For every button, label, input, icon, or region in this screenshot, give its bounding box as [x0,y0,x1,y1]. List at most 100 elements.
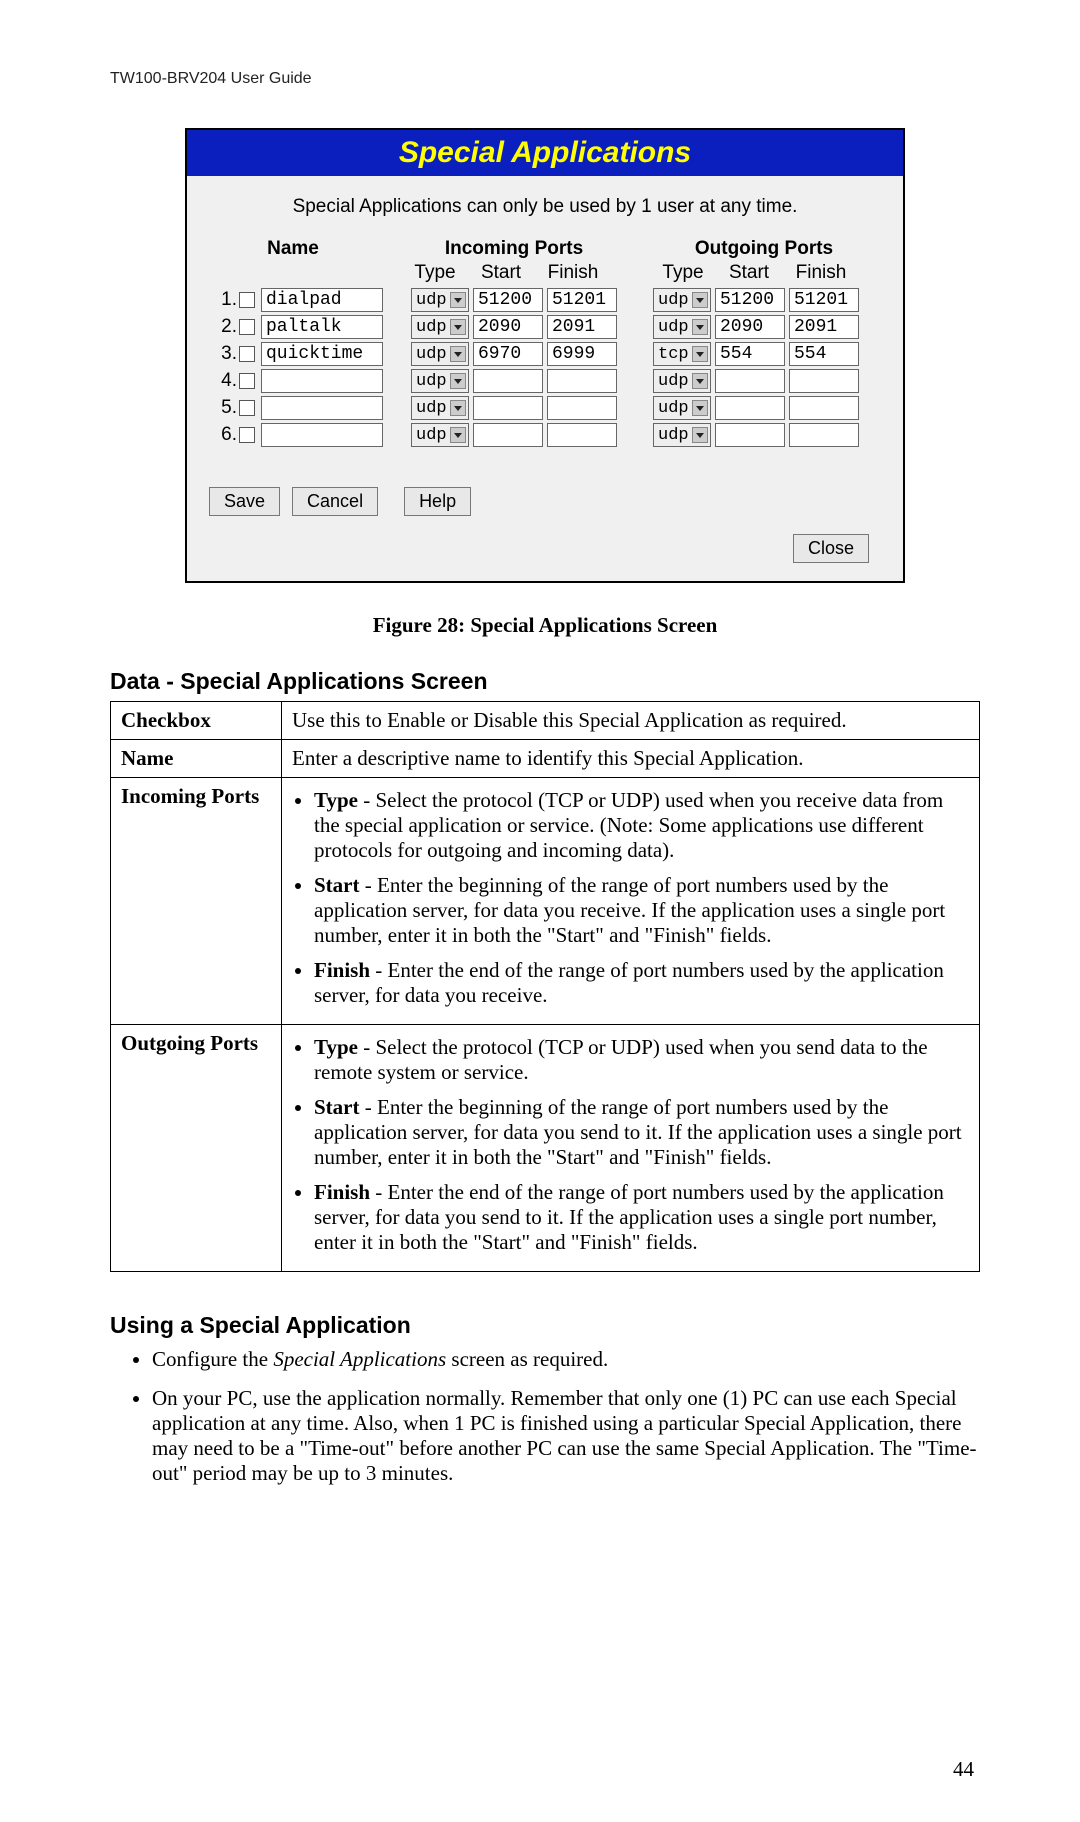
outgoing-type-select[interactable]: udp [653,288,711,312]
cancel-button[interactable]: Cancel [292,487,378,516]
incoming-start-item: Start - Enter the beginning of the range… [314,873,969,948]
outgoing-start-item: Start - Enter the beginning of the range… [314,1095,969,1170]
enable-checkbox[interactable] [239,427,255,443]
outgoing-finish-input[interactable] [789,423,859,447]
incoming-type-item: Type - Select the protocol (TCP or UDP) … [314,788,969,863]
incoming-start-input[interactable] [473,423,543,447]
outgoing-start-input[interactable] [715,288,785,312]
usage-item-1: Configure the Special Applications scree… [152,1347,980,1372]
name-input[interactable] [261,342,383,366]
chevron-down-icon [450,373,466,389]
incoming-start-input[interactable] [473,288,543,312]
row-number: 5. [209,397,239,419]
app-row: 2.udpudp [209,315,881,339]
outgoing-start-input[interactable] [715,423,785,447]
page-number: 44 [953,1757,974,1782]
incoming-start-input[interactable] [473,369,543,393]
save-button[interactable]: Save [209,487,280,516]
chevron-down-icon [692,292,708,308]
outgoing-finish-input[interactable] [789,342,859,366]
incoming-finish-item: Finish - Enter the end of the range of p… [314,958,969,1008]
incoming-start-input[interactable] [473,315,543,339]
document-page: TW100-BRV204 User Guide Special Applicat… [0,0,1080,1822]
running-header: TW100-BRV204 User Guide [110,70,980,88]
incoming-type-select[interactable]: udp [411,288,469,312]
close-button[interactable]: Close [793,534,869,563]
incoming-finish-input[interactable] [547,342,617,366]
row-label-checkbox: Checkbox [111,702,282,740]
outgoing-finish-input[interactable] [789,315,859,339]
row-number: 1. [209,289,239,311]
panel-note: Special Applications can only be used by… [209,196,881,218]
row-label-outgoing: Outgoing Ports [111,1025,282,1272]
row-number: 3. [209,343,239,365]
app-row: 5. udp udp [209,396,881,420]
col-header-in-type: Type [405,262,465,284]
incoming-finish-input[interactable] [547,369,617,393]
outgoing-finish-input[interactable] [789,396,859,420]
group-header-outgoing: Outgoing Ports [655,238,873,260]
incoming-finish-input[interactable] [547,396,617,420]
incoming-type-select[interactable]: udp [411,315,469,339]
app-row: 1. udp udp [209,288,881,312]
enable-checkbox[interactable] [239,292,255,308]
name-input[interactable] [261,423,383,447]
data-description-table: Checkbox Use this to Enable or Disable t… [110,701,980,1272]
incoming-finish-input[interactable] [547,423,617,447]
outgoing-type-select[interactable]: udp [653,396,711,420]
app-row: 6. udp udp [209,423,881,447]
chevron-down-icon [450,292,466,308]
panel-title: Special Applications [187,130,903,176]
chevron-down-icon [692,427,708,443]
col-header-out-start: Start [713,262,785,284]
chevron-down-icon [692,373,708,389]
section-usage-heading: Using a Special Application [110,1312,980,1339]
name-input[interactable] [261,396,383,420]
incoming-finish-input[interactable] [547,288,617,312]
special-applications-panel: Special Applications Special Application… [185,128,905,583]
incoming-type-select[interactable]: udp [411,423,469,447]
incoming-type-select[interactable]: udp [411,396,469,420]
enable-checkbox[interactable] [239,319,255,335]
outgoing-start-input[interactable] [715,396,785,420]
figure-caption: Figure 28: Special Applications Screen [110,613,980,638]
section-data-heading: Data - Special Applications Screen [110,668,980,695]
outgoing-type-select[interactable]: tcp [653,342,711,366]
name-input[interactable] [261,288,383,312]
chevron-down-icon [450,400,466,416]
outgoing-type-select[interactable]: udp [653,315,711,339]
incoming-start-input[interactable] [473,396,543,420]
name-input[interactable] [261,369,383,393]
outgoing-start-input[interactable] [715,369,785,393]
outgoing-type-select[interactable]: udp [653,423,711,447]
col-header-in-start: Start [465,262,537,284]
chevron-down-icon [450,346,466,362]
row-text-name: Enter a descriptive name to identify thi… [282,740,980,778]
incoming-start-input[interactable] [473,342,543,366]
col-header-name: Name [209,238,377,260]
col-header-in-finish: Finish [537,262,609,284]
enable-checkbox[interactable] [239,346,255,362]
outgoing-finish-input[interactable] [789,288,859,312]
app-row: 3. udp tcp [209,342,881,366]
incoming-finish-input[interactable] [547,315,617,339]
enable-checkbox[interactable] [239,400,255,416]
outgoing-start-input[interactable] [715,342,785,366]
name-input[interactable] [261,315,383,339]
outgoing-start-input[interactable] [715,315,785,339]
row-text-checkbox: Use this to Enable or Disable this Speci… [282,702,980,740]
chevron-down-icon [450,427,466,443]
help-button[interactable]: Help [404,487,471,516]
col-header-out-type: Type [653,262,713,284]
outgoing-type-select[interactable]: udp [653,369,711,393]
incoming-type-select[interactable]: udp [411,342,469,366]
chevron-down-icon [692,319,708,335]
outgoing-finish-input[interactable] [789,369,859,393]
outgoing-type-item: Type - Select the protocol (TCP or UDP) … [314,1035,969,1085]
col-header-out-finish: Finish [785,262,857,284]
incoming-type-select[interactable]: udp [411,369,469,393]
outgoing-finish-item: Finish - Enter the end of the range of p… [314,1180,969,1255]
row-number: 6. [209,424,239,446]
usage-list: Configure the Special Applications scree… [110,1347,980,1486]
enable-checkbox[interactable] [239,373,255,389]
